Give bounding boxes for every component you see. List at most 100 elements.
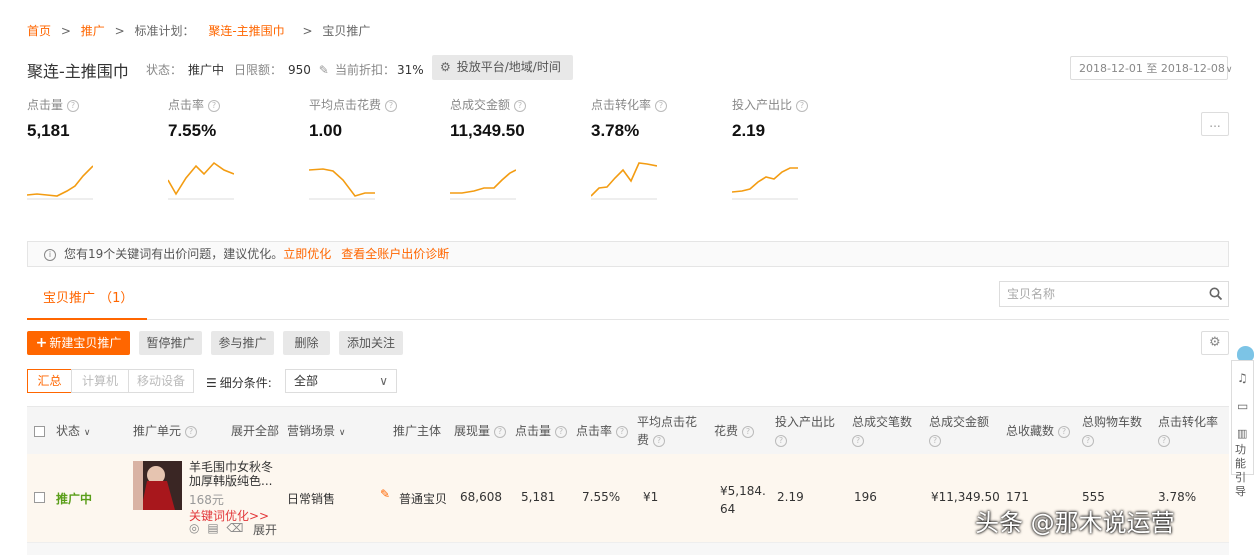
select-all-checkbox[interactable] bbox=[34, 426, 45, 437]
status-badge: 推广中 bbox=[56, 492, 93, 506]
column-status[interactable]: 状态 ∨ bbox=[56, 422, 90, 439]
column-avg-cpc[interactable]: 平均点击花费? bbox=[637, 413, 697, 449]
column-settings-button[interactable]: ⚙ bbox=[1201, 331, 1229, 355]
pause-promotion-button[interactable]: 暂停推广 bbox=[139, 331, 202, 355]
favorites-cell: 171 bbox=[1006, 490, 1029, 504]
kpi-gmv[interactable]: 总成交金额? 11,349.50 bbox=[450, 96, 580, 141]
status-value: 推广中 bbox=[188, 63, 225, 77]
help-icon: ? bbox=[494, 425, 507, 438]
help-icon[interactable]: ? bbox=[185, 425, 198, 438]
avg-cpc-cell: ¥1 bbox=[643, 490, 659, 504]
delete-icon[interactable]: ⌫ bbox=[226, 521, 243, 535]
row-checkbox[interactable] bbox=[34, 492, 45, 503]
chevron-down-icon: ∨ bbox=[379, 374, 388, 388]
segment-summary[interactable]: 汇总 bbox=[27, 369, 72, 393]
kpi-clicks[interactable]: 点击量? 5,181 bbox=[27, 96, 157, 141]
date-range-picker[interactable]: 2018-12-01 至 2018-12-08∨ bbox=[1070, 56, 1232, 80]
edit-pencil-icon[interactable]: ✎ bbox=[380, 487, 390, 501]
breadcrumb-plan-name[interactable]: 聚连-主推围巾 bbox=[208, 24, 284, 38]
product-price: 168元 bbox=[189, 493, 224, 507]
product-title[interactable]: 羊毛围巾女秋冬 加厚韩版纯色... bbox=[189, 460, 273, 488]
edit-pencil-icon[interactable]: ✎ bbox=[319, 63, 329, 77]
help-icon[interactable]: ? bbox=[385, 99, 398, 112]
info-icon: i bbox=[44, 248, 56, 261]
side-toolbar: ♫ ▭ ▥ 功能 引导 bbox=[1231, 360, 1254, 498]
sparkline-cvr bbox=[591, 162, 657, 200]
segment-computer[interactable]: 计算机 bbox=[71, 369, 129, 393]
column-clicks[interactable]: 点击量? bbox=[515, 422, 568, 439]
guide-label[interactable]: 功能 引导 bbox=[1235, 443, 1253, 499]
list-icon: ☰ bbox=[206, 376, 217, 390]
gear-icon: ⚙ bbox=[1209, 335, 1221, 350]
column-gmv[interactable]: 总成交金额? bbox=[929, 413, 989, 449]
table-row bbox=[27, 543, 1229, 555]
tab-item-promotion[interactable]: 宝贝推广 （1） bbox=[43, 287, 133, 306]
kpi-ctr[interactable]: 点击率? 7.55% bbox=[168, 96, 298, 141]
breadcrumb-promotion[interactable]: 推广 bbox=[81, 24, 105, 38]
column-scene[interactable]: 营销场景 ∨ bbox=[287, 422, 345, 439]
breadcrumb: 首页 > 推广 > 标准计划： 聚连-主推围巾 > 宝贝推广 bbox=[27, 22, 376, 39]
product-thumbnail[interactable] bbox=[133, 461, 182, 510]
optimize-now-link[interactable]: 立即优化 bbox=[283, 247, 331, 261]
ctr-cell: 7.55% bbox=[582, 490, 621, 504]
column-cost[interactable]: 花费? bbox=[714, 422, 755, 439]
item-name-search-input[interactable]: 宝贝名称 bbox=[999, 281, 1229, 307]
column-impressions[interactable]: 展现量? bbox=[454, 422, 507, 439]
column-roi[interactable]: 投入产出比? bbox=[775, 413, 835, 449]
filter-select[interactable]: 全部 ∨ bbox=[285, 369, 397, 393]
column-cvr[interactable]: 点击转化率? bbox=[1158, 413, 1218, 449]
help-icon: ? bbox=[1082, 434, 1094, 447]
report-icon[interactable]: ▤ bbox=[207, 521, 218, 535]
kpi-cvr[interactable]: 点击转化率? 3.78% bbox=[591, 96, 721, 141]
help-icon: ? bbox=[852, 434, 864, 447]
orders-cell: 196 bbox=[854, 490, 877, 504]
help-icon[interactable]: ? bbox=[514, 99, 527, 112]
plus-icon: + bbox=[35, 335, 48, 351]
segment-mobile[interactable]: 移动设备 bbox=[128, 369, 194, 393]
expand-all-button[interactable]: 展开全部 bbox=[231, 422, 279, 439]
column-orders[interactable]: 总成交笔数? bbox=[852, 413, 912, 449]
budget-value: 950 bbox=[288, 63, 311, 77]
add-follow-button[interactable]: 添加关注 bbox=[339, 331, 403, 355]
pause-icon[interactable]: ◎ bbox=[189, 521, 199, 535]
platform-region-time-button[interactable]: ⚙ 投放平台/地域/时间 bbox=[432, 55, 573, 80]
sparkline-gmv bbox=[450, 169, 516, 200]
roi-cell: 2.19 bbox=[777, 490, 804, 504]
chevron-down-icon: ∨ bbox=[338, 428, 346, 438]
kpi-roi[interactable]: 投入产出比? 2.19 bbox=[732, 96, 862, 141]
kpi-avg-cpc[interactable]: 平均点击花费? 1.00 bbox=[309, 96, 439, 141]
message-icon[interactable]: ▭ bbox=[1237, 399, 1248, 413]
column-subject: 推广主体 bbox=[393, 424, 442, 438]
help-icon[interactable]: ? bbox=[67, 99, 80, 112]
breadcrumb-home[interactable]: 首页 bbox=[27, 24, 51, 38]
search-icon[interactable] bbox=[1209, 287, 1222, 300]
help-icon[interactable]: ? bbox=[208, 99, 221, 112]
help-icon: ? bbox=[929, 434, 941, 447]
sparkline-ctr bbox=[168, 161, 234, 200]
join-promotion-button[interactable]: 参与推广 bbox=[211, 331, 274, 355]
filter-label: ☰ 细分条件: bbox=[206, 376, 272, 390]
column-favorites[interactable]: 总收藏数? bbox=[1006, 422, 1071, 439]
help-icon: ? bbox=[1058, 425, 1071, 438]
delete-button[interactable]: 删除 bbox=[283, 331, 330, 355]
discount-value: 31% bbox=[397, 63, 424, 77]
cvr-cell: 3.78% bbox=[1158, 490, 1197, 504]
bell-icon[interactable]: ♫ bbox=[1237, 371, 1248, 385]
new-item-promotion-button[interactable]: + 新建宝贝推广 bbox=[27, 331, 130, 355]
page-title: 聚连-主推围巾 bbox=[27, 62, 129, 81]
row-expand-button[interactable]: 展开 bbox=[253, 521, 277, 538]
help-icon[interactable]: ? bbox=[796, 99, 809, 112]
help-icon: ? bbox=[742, 425, 755, 438]
subject-cell: 普通宝贝 bbox=[399, 492, 448, 506]
book-icon[interactable]: ▥ bbox=[1237, 427, 1247, 440]
more-metrics-button[interactable]: ... bbox=[1201, 112, 1229, 136]
column-cart[interactable]: 总购物车数? bbox=[1082, 413, 1142, 449]
help-icon: ? bbox=[653, 434, 666, 447]
sparkline-avg-cpc bbox=[309, 168, 375, 200]
breadcrumb-plan-label: 标准计划： bbox=[134, 24, 195, 38]
bid-notice-bar: i 您有19个关键词有出价问题，建议优化。立即优化 查看全账户出价诊断 bbox=[27, 241, 1229, 267]
table-header: 状态 ∨ 推广单元? 展开全部 营销场景 ∨ 推广主体 展现量? 点击量? 点击… bbox=[27, 406, 1229, 455]
help-icon[interactable]: ? bbox=[655, 99, 668, 112]
column-ctr[interactable]: 点击率? bbox=[576, 422, 629, 439]
bid-diagnosis-link[interactable]: 查看全账户出价诊断 bbox=[341, 247, 449, 261]
